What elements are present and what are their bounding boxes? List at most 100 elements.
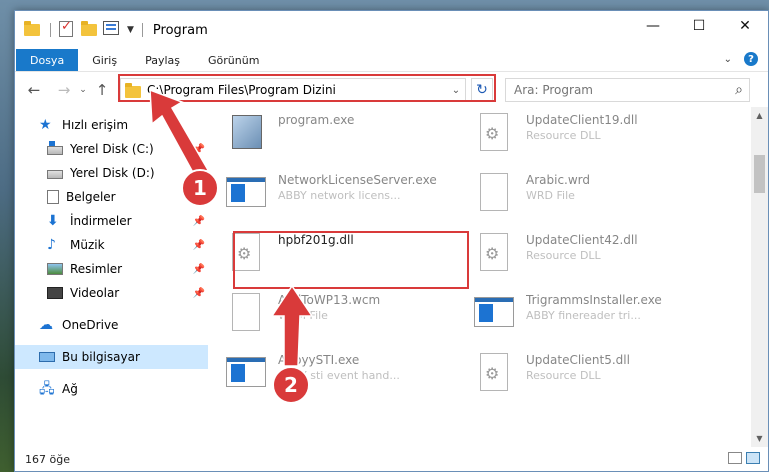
star-icon: ★ [39, 117, 52, 133]
pin-icon[interactable]: 📌 [193, 216, 205, 227]
file-item-updateclient42-dll[interactable]: UpdateClient42.dll Resource DLL [470, 231, 690, 287]
divider [50, 23, 51, 37]
scroll-up-icon[interactable]: ▲ [751, 107, 768, 124]
sidebar-item-music[interactable]: ♪ Müzik 📌 [15, 233, 208, 257]
pin-icon[interactable]: 📌 [193, 144, 205, 155]
pin-icon[interactable]: 📌 [193, 288, 205, 299]
file-item-networklicenseserver-exe[interactable]: NetworkLicenseServer.exe ABBY network li… [222, 171, 442, 227]
sidebar-item-label: Hızlı erişim [62, 118, 129, 132]
computer-icon [39, 352, 55, 362]
sidebar-item-quick-access[interactable]: ★ Hızlı erişim [15, 113, 208, 137]
dll-icon [470, 111, 518, 159]
documents-icon [47, 190, 59, 204]
sidebar-item-label: Videolar [70, 286, 120, 300]
pin-icon[interactable]: 📌 [193, 240, 205, 251]
scroll-down-icon[interactable]: ▼ [751, 430, 768, 447]
network-icon: 🖧 [39, 381, 55, 397]
new-folder-icon[interactable] [81, 21, 99, 39]
app-window-icon [222, 351, 270, 399]
file-icon [222, 291, 270, 339]
properties-check-icon[interactable] [59, 19, 77, 39]
file-item-updateclient5-dll[interactable]: UpdateClient5.dll Resource DLL [470, 351, 690, 407]
close-button[interactable]: ✕ [722, 11, 768, 41]
sidebar-item-pictures[interactable]: Resimler 📌 [15, 257, 208, 281]
ribbon-tabs: Dosya Giriş Paylaş Görünüm ⌄ ? [15, 49, 768, 71]
app-window-icon [222, 171, 270, 219]
step-1-callout: 1 [181, 169, 219, 207]
tab-paylas[interactable]: Paylaş [131, 49, 194, 71]
app-window-icon [470, 291, 518, 339]
navigation-pane: ★ Hızlı erişim Yerel Disk (C:) 📌 Yerel D… [15, 107, 208, 447]
videos-icon [47, 287, 63, 299]
file-item-program-exe[interactable]: program.exe [222, 111, 442, 167]
tiles-view-icon[interactable] [746, 452, 760, 464]
expand-ribbon-icon[interactable]: ⌄ [724, 54, 732, 65]
address-bar-highlight [118, 74, 496, 102]
forward-arrow-icon[interactable]: → [53, 81, 75, 99]
file-name: AddToWP13.wcm [278, 293, 381, 307]
sidebar-item-onedrive[interactable]: ☁ OneDrive [15, 313, 208, 337]
file-description: ABBY network licens... [278, 189, 401, 202]
window-title: Program [152, 22, 208, 38]
tab-dosya[interactable]: Dosya [16, 49, 79, 71]
scroll-thumb[interactable] [754, 155, 765, 193]
file-name: UpdateClient19.dll [526, 113, 638, 127]
window-controls: — ☐ ✕ [630, 11, 768, 41]
file-item-addtowp13-wcm[interactable]: AddToWP13.wcm WCM File [222, 291, 442, 347]
recent-locations-icon[interactable]: ⌄ [75, 85, 91, 95]
sidebar-item-this-pc[interactable]: Bu bilgisayar [15, 345, 208, 369]
up-arrow-icon[interactable]: ↑ [91, 81, 113, 99]
file-item-updateclient19-dll[interactable]: UpdateClient19.dll Resource DLL [470, 111, 690, 167]
customize-toolbar-dropdown-icon[interactable]: ▼ [127, 25, 134, 35]
sidebar-item-label: Yerel Disk (D:) [70, 166, 155, 180]
file-name: program.exe [278, 113, 355, 127]
drive-icon [47, 141, 63, 155]
minimize-button[interactable]: — [630, 11, 676, 41]
cloud-icon: ☁ [39, 317, 53, 333]
search-box[interactable]: ⌕ [505, 78, 750, 102]
quick-access-toolbar: ▼ [15, 19, 147, 39]
tab-gorunum[interactable]: Görünüm [194, 49, 273, 71]
sidebar-item-documents[interactable]: Belgeler [15, 185, 208, 209]
status-bar: 167 öğe [15, 447, 768, 471]
sidebar-item-videos[interactable]: Videolar 📌 [15, 281, 208, 305]
sidebar-item-label: OneDrive [62, 318, 119, 332]
file-description: Resource DLL [526, 369, 601, 382]
folder-icon [24, 21, 42, 39]
file-description: ABBY finereader tri... [526, 309, 641, 322]
drive-icon [47, 170, 63, 179]
sidebar-item-network[interactable]: 🖧 Ağ [15, 377, 208, 401]
tab-giris[interactable]: Giriş [78, 49, 131, 71]
file-item-trigrammsinstaller-exe[interactable]: TrigrammsInstaller.exe ABBY finereader t… [470, 291, 690, 347]
file-item-abbyysti-exe[interactable]: AbbyySTI.exe ABBY sti event hand... [222, 351, 442, 407]
ribbon-right-controls: ⌄ ? [724, 52, 758, 66]
file-highlight [233, 231, 469, 289]
help-icon[interactable]: ? [744, 52, 758, 66]
file-name: TrigrammsInstaller.exe [526, 293, 662, 307]
maximize-button[interactable]: ☐ [676, 11, 722, 41]
file-item-arabic-wrd[interactable]: Arabic.wrd WRD File [470, 171, 690, 227]
dll-icon [470, 231, 518, 279]
pin-icon[interactable]: 📌 [193, 264, 205, 275]
file-name: UpdateClient5.dll [526, 353, 630, 367]
sidebar-item-downloads[interactable]: ⬇ İndirmeler 📌 [15, 209, 208, 233]
exe-icon [222, 111, 270, 159]
details-view-icon[interactable] [728, 452, 742, 464]
sidebar-item-local-disk-c[interactable]: Yerel Disk (C:) 📌 [15, 137, 208, 161]
file-description: Resource DLL [526, 129, 601, 142]
sidebar-item-label: İndirmeler [70, 214, 132, 228]
search-icon[interactable]: ⌕ [729, 82, 749, 98]
sidebar-item-local-disk-d[interactable]: Yerel Disk (D:) [15, 161, 208, 185]
vertical-scrollbar[interactable]: ▲ ▼ [751, 107, 768, 447]
file-description: Resource DLL [526, 249, 601, 262]
back-arrow-icon[interactable]: ← [23, 81, 45, 99]
file-name: AbbyySTI.exe [278, 353, 360, 367]
search-input[interactable] [506, 83, 729, 97]
sidebar-item-label: Yerel Disk (C:) [70, 142, 154, 156]
properties-icon[interactable] [103, 21, 121, 39]
file-description: WRD File [526, 189, 575, 202]
dll-icon [470, 351, 518, 399]
file-name: Arabic.wrd [526, 173, 591, 187]
sidebar-item-label: Belgeler [66, 190, 116, 204]
file-description: WCM File [278, 309, 328, 322]
